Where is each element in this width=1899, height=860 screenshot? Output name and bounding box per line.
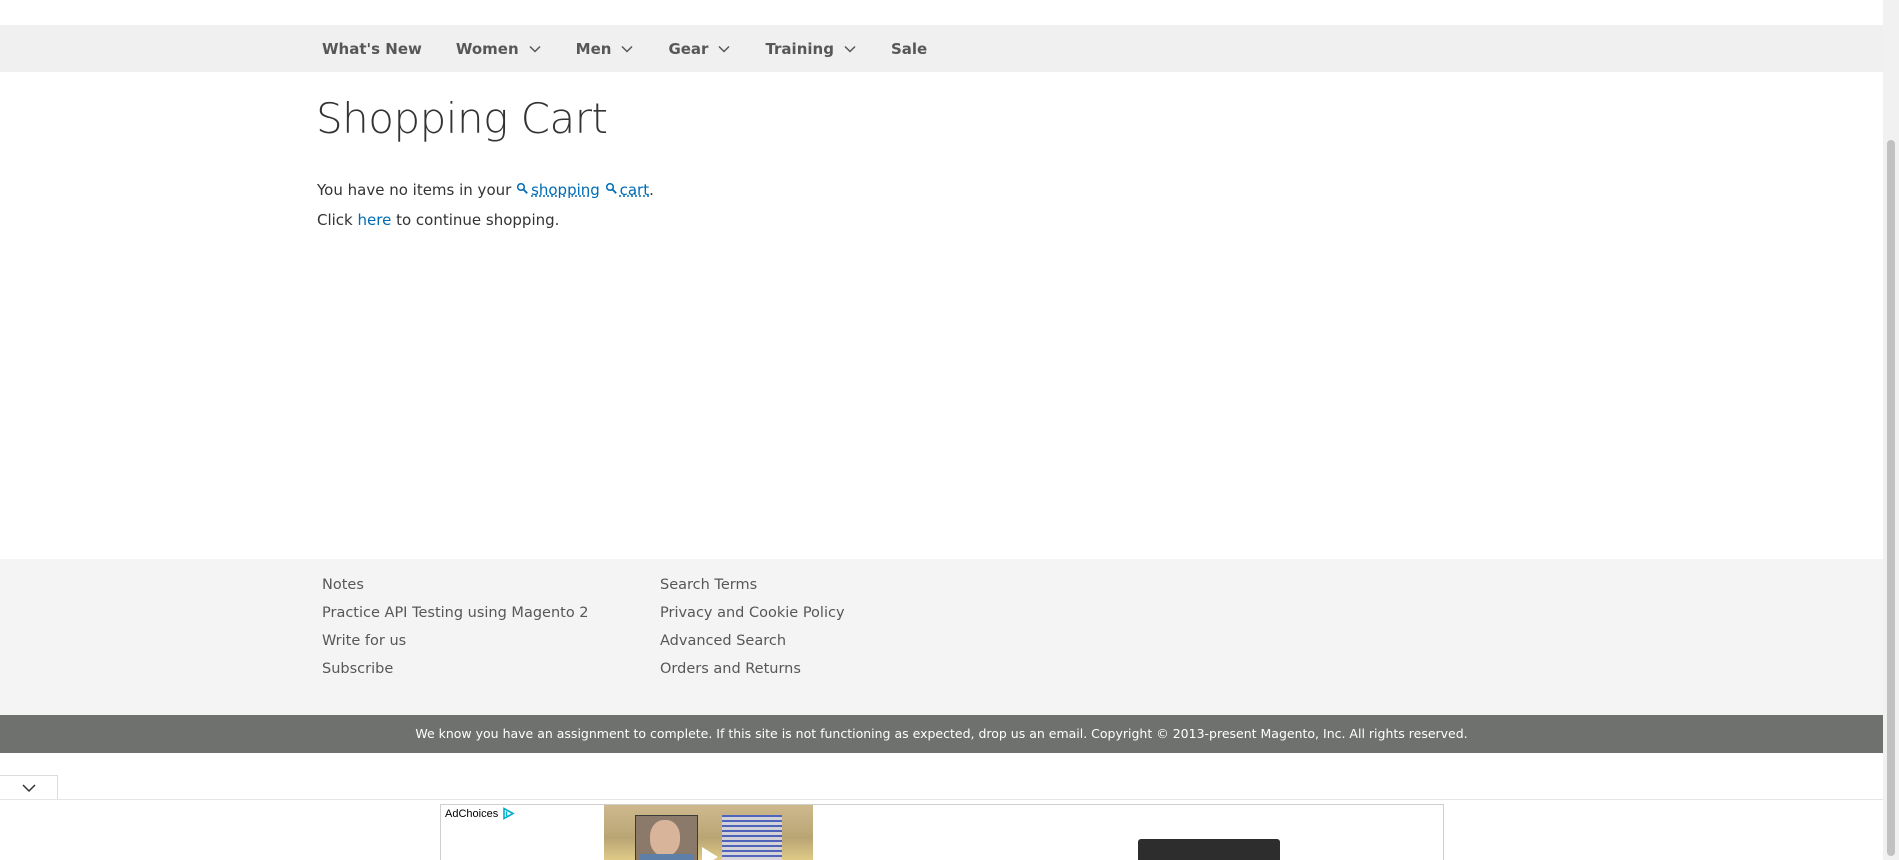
ad-presenter-head [650,820,680,856]
chevron-down-icon [620,42,634,56]
footer: Notes Practice API Testing using Magento… [0,559,1883,715]
ad-banner[interactable]: AdChoices [440,804,1444,860]
footer-link-privacy-policy[interactable]: Privacy and Cookie Policy [660,599,845,627]
shopping-link[interactable]: shopping [531,181,600,199]
nav-item-label: What's New [322,39,422,58]
play-icon [702,847,718,860]
ad-cta-button[interactable] [1138,839,1280,860]
footer-link-subscribe[interactable]: Subscribe [322,655,589,683]
empty-cart-message: You have no items in your shopping cart. [317,181,654,199]
footer-link-practice-api[interactable]: Practice API Testing using Magento 2 [322,599,589,627]
nav-item-label: Training [765,39,834,58]
empty-cart-prefix: You have no items in your [317,181,517,199]
footer-link-search-terms[interactable]: Search Terms [660,571,845,599]
nav-items: What's New Women Men Gear Training Sale [322,25,961,72]
nav-item-women[interactable]: Women [456,25,542,72]
footer-links-column-2: Search Terms Privacy and Cookie Policy A… [660,571,845,683]
vertical-scrollbar[interactable] [1883,0,1899,860]
scrollbar-thumb[interactable] [1887,140,1895,856]
nav-item-sale[interactable]: Sale [891,25,927,72]
footer-link-notes[interactable]: Notes [322,571,589,599]
continue-suffix: to continue shopping. [391,211,560,229]
chevron-down-icon [528,42,542,56]
adchoices-badge[interactable]: AdChoices [445,807,515,820]
nav-item-label: Gear [668,39,709,58]
continue-shopping-link[interactable]: here [358,211,392,229]
chevron-down-icon [21,779,37,798]
nav-item-label: Men [575,39,612,58]
chevron-down-icon [717,42,731,56]
main-navigation: What's New Women Men Gear Training Sale [0,25,1883,72]
footer-link-write-for-us[interactable]: Write for us [322,627,589,655]
ad-video-thumbnail[interactable] [604,805,813,860]
nav-item-whats-new[interactable]: What's New [322,25,422,72]
nav-item-gear[interactable]: Gear [668,25,731,72]
copyright-bar: We know you have an assignment to comple… [0,715,1883,753]
search-icon [605,181,618,194]
nav-item-label: Sale [890,39,928,58]
cart-link[interactable]: cart [620,181,650,199]
page: What's New Women Men Gear Training Sale [0,0,1883,860]
chevron-down-icon [843,42,857,56]
footer-links-column-1: Notes Practice API Testing using Magento… [322,571,589,683]
search-icon [516,181,529,194]
adchoices-icon [502,807,515,820]
ad-collapse-button[interactable] [0,775,58,800]
ad-divider [0,799,1883,800]
ad-presenter-shirt [640,854,694,860]
page-title: Shopping Cart [316,94,608,143]
ad-screen-graphic [722,815,782,860]
footer-link-advanced-search[interactable]: Advanced Search [660,627,845,655]
nav-item-men[interactable]: Men [576,25,635,72]
adchoices-label: AdChoices [445,807,499,820]
footer-link-orders-returns[interactable]: Orders and Returns [660,655,845,683]
nav-item-training[interactable]: Training [765,25,856,72]
continue-prefix: Click [317,211,358,229]
ad-presenter-image [635,815,698,860]
header-strip [0,0,1883,25]
nav-item-label: Women [455,39,519,58]
continue-shopping-message: Click here to continue shopping. [317,211,559,229]
empty-cart-suffix: . [649,181,654,199]
